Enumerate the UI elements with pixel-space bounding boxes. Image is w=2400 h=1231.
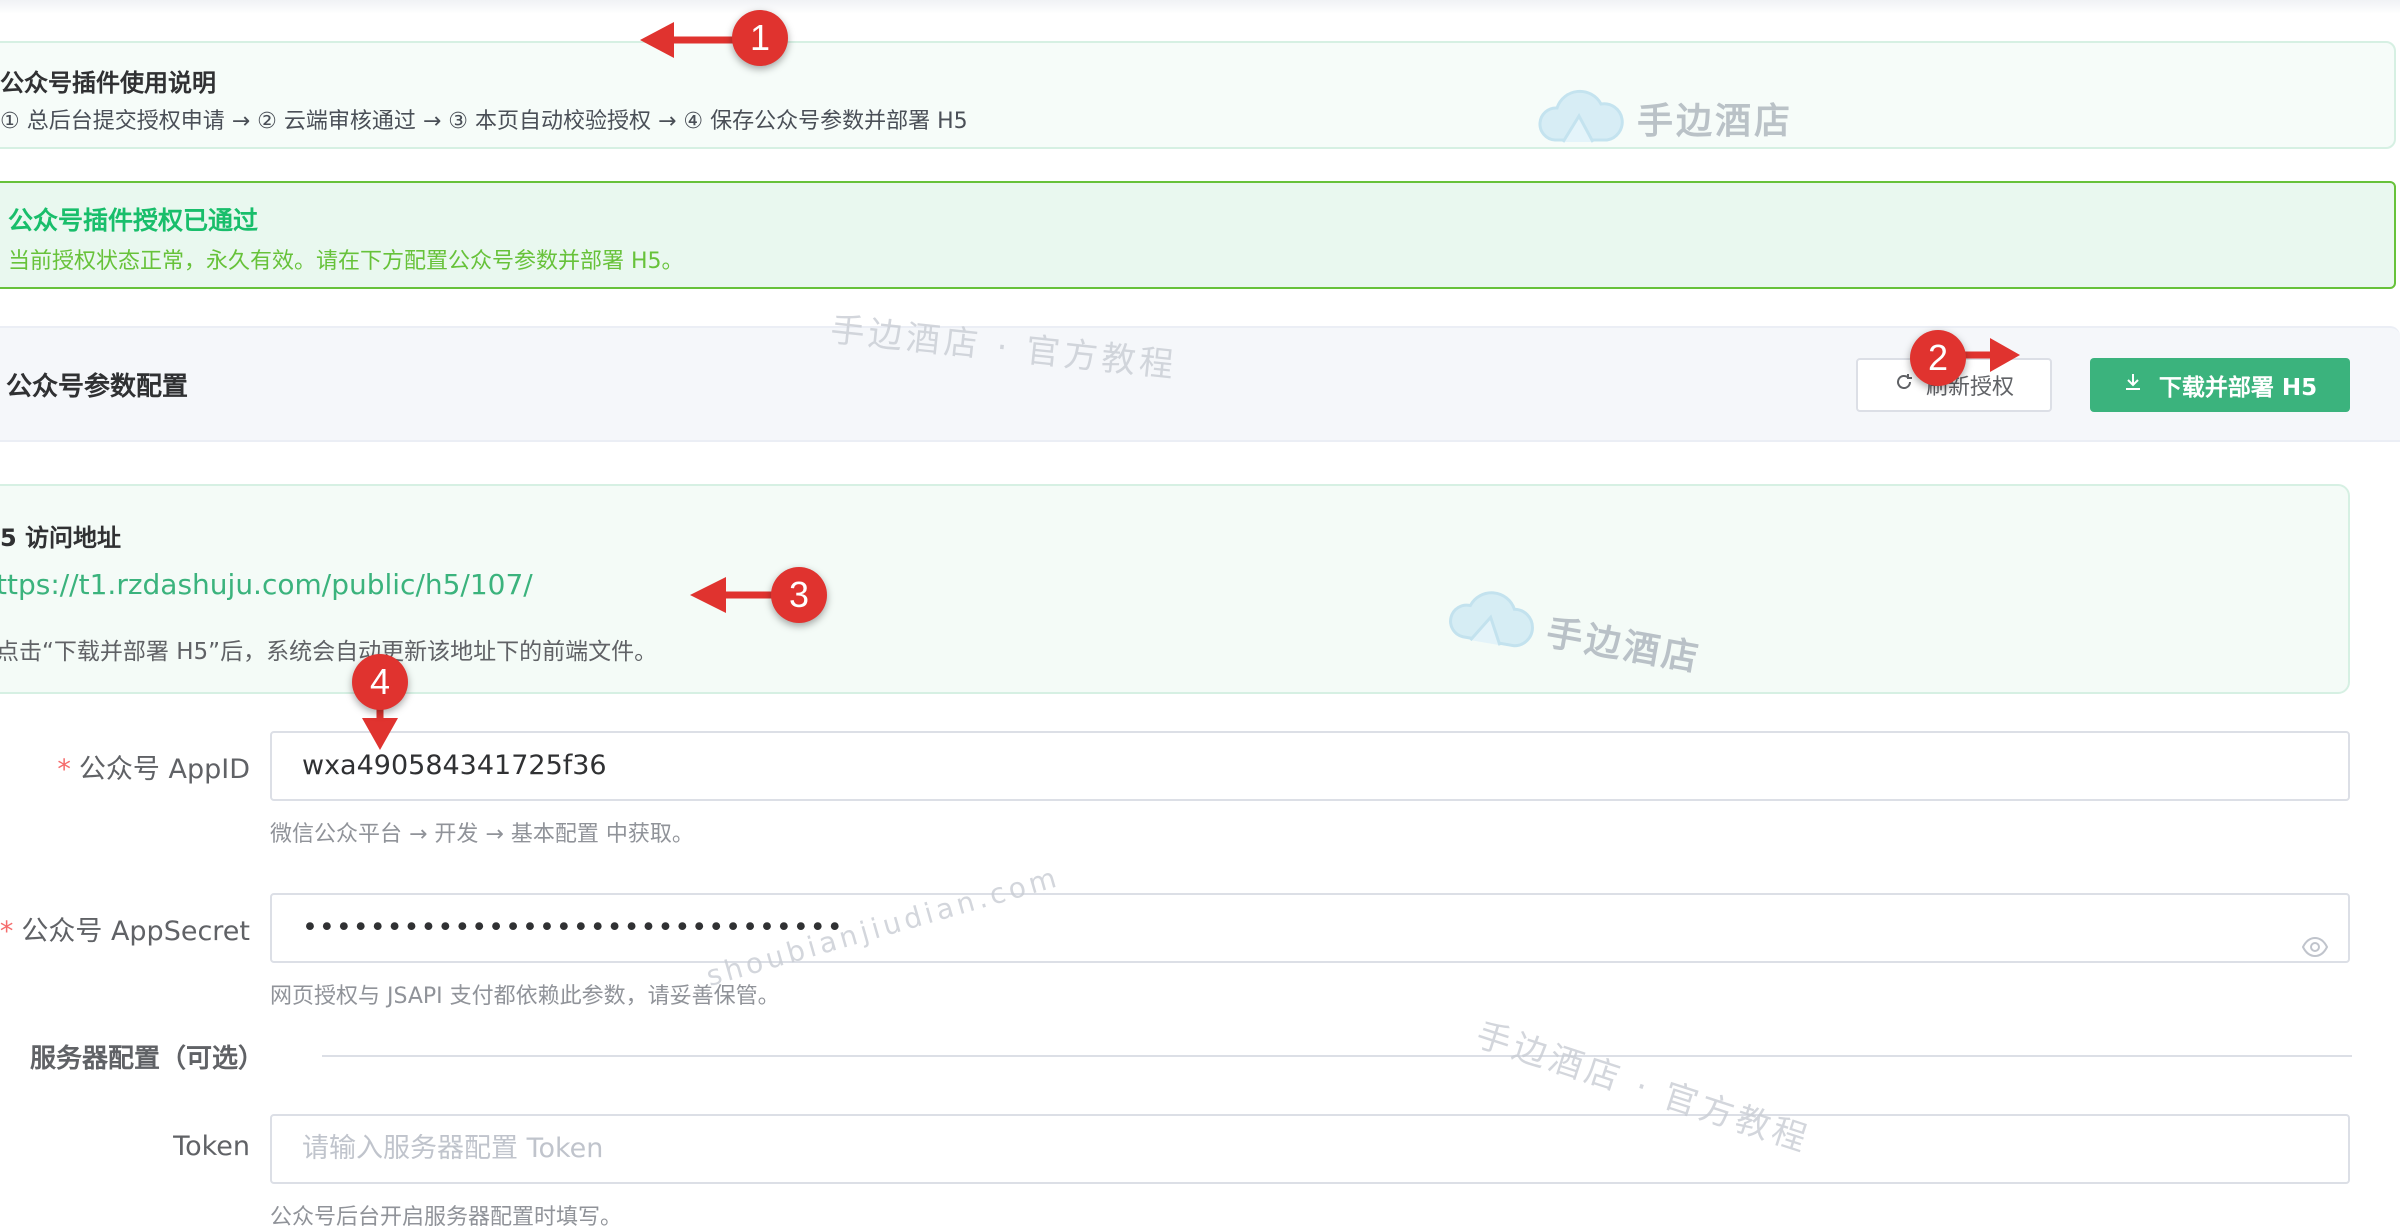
annotation-badge-4: 4 — [352, 654, 408, 710]
appid-input[interactable]: wxa490584341725f36 — [270, 731, 2350, 801]
section-divider — [322, 1055, 2352, 1057]
token-help: 公众号后台开启服务器配置时填写。 — [270, 1205, 623, 1230]
token-input[interactable]: 请输入服务器配置 Token — [270, 1114, 2350, 1184]
h5-address-tip: 点击“下载并部署 H5”后，系统会自动更新该地址下的前端文件。 — [0, 639, 658, 665]
download-deploy-h5-button[interactable]: 下载并部署 H5 — [2090, 358, 2350, 412]
success-alert-description: 当前授权状态正常，永久有效。请在下方配置公众号参数并部署 H5。 — [8, 249, 684, 274]
authorization-success-alert: 公众号插件授权已通过 当前授权状态正常，永久有效。请在下方配置公众号参数并部署 … — [0, 181, 2396, 289]
annotation-badge-2: 2 — [1910, 330, 1966, 386]
annotation-badge-1: 1 — [732, 10, 788, 66]
topbar-shadow — [0, 0, 2400, 14]
h5-access-address-box: 5 访问地址 ttps://t1.rzdashuju.com/public/h5… — [0, 484, 2350, 694]
usage-instructions-title: 公众号插件使用说明 — [0, 69, 216, 97]
usage-instructions-box: 公众号插件使用说明 ① 总后台提交授权申请 → ② 云端审核通过 → ③ 本页自… — [0, 41, 2396, 149]
eye-icon[interactable] — [2301, 917, 2329, 958]
download-deploy-h5-label: 下载并部署 H5 — [2158, 375, 2318, 401]
h5-address-title: 5 访问地址 — [0, 524, 122, 552]
download-icon — [2123, 372, 2143, 398]
appsecret-input[interactable]: •••••••••••••••••••••••••••••••• — [270, 893, 2350, 963]
appsecret-label: * 公众号 AppSecret — [0, 916, 250, 947]
appsecret-help: 网页授权与 JSAPI 支付都依赖此参数，请妥善保管。 — [270, 984, 780, 1009]
success-alert-title: 公众号插件授权已通过 — [8, 206, 259, 235]
config-card-title: 公众号参数配置 — [6, 372, 189, 402]
appsecret-value: •••••••••••••••••••••••••••••••• — [302, 912, 844, 943]
h5-address-link[interactable]: ttps://t1.rzdashuju.com/public/h5/107/ — [0, 568, 533, 601]
required-mark: * — [0, 916, 14, 947]
appid-label: * 公众号 AppID — [57, 754, 250, 785]
server-config-section-title: 服务器配置（可选） — [30, 1044, 265, 1074]
usage-instructions-steps: ① 总后台提交授权申请 → ② 云端审核通过 → ③ 本页自动校验授权 → ④ … — [0, 109, 968, 134]
refresh-icon — [1894, 372, 1914, 398]
appid-help: 微信公众平台 → 开发 → 基本配置 中获取。 — [270, 822, 694, 847]
required-mark: * — [57, 754, 71, 785]
annotation-badge-3: 3 — [771, 567, 827, 623]
token-label: Token — [173, 1131, 250, 1162]
